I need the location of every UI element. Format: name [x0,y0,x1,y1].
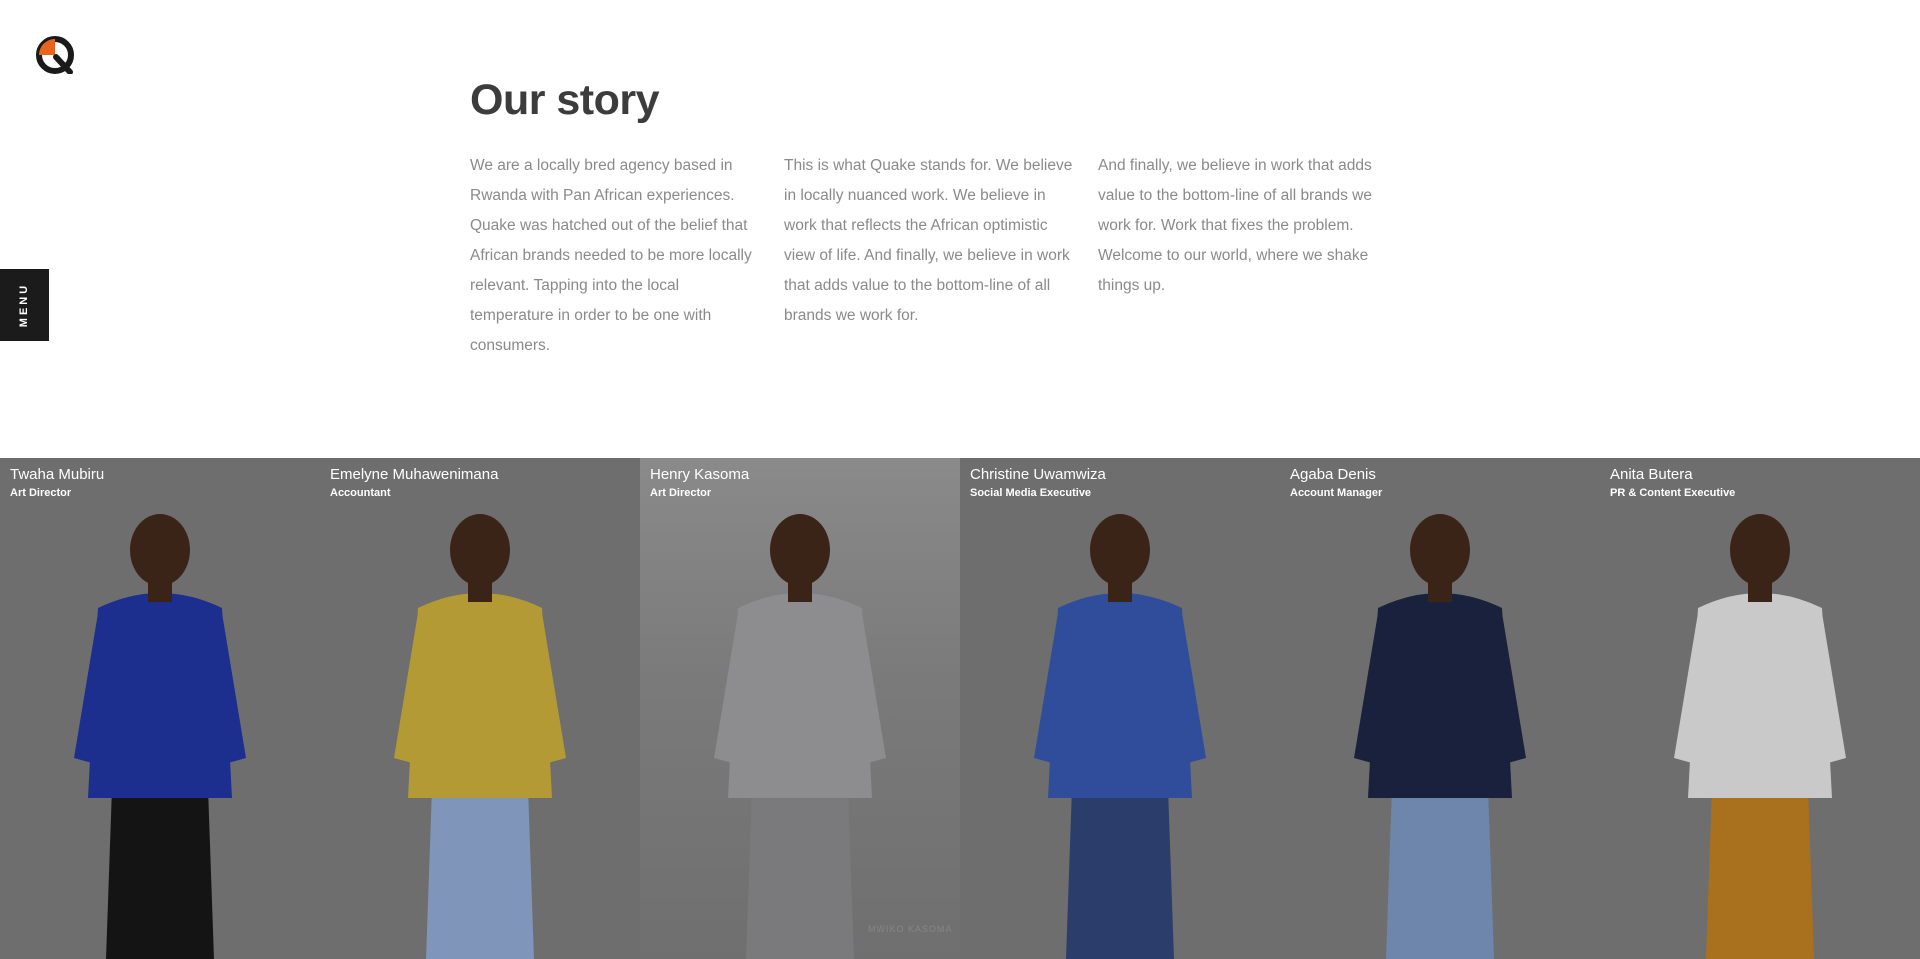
story-paragraph: This is what Quake stands for. We believ… [784,157,1073,324]
story-paragraph: And finally, we believe in work that add… [1098,157,1372,294]
menu-label: MENU [18,282,31,328]
member-name: Henry Kasoma [650,466,750,483]
team-member-card[interactable]: Twaha Mubiru Art Director [0,458,320,959]
member-role: Account Manager [1290,487,1383,499]
member-name: Anita Butera [1610,466,1693,483]
team-member-card[interactable]: Anita Butera PR & Content Executive [1600,458,1920,959]
member-name: Emelyne Muhawenimana [330,466,499,483]
member-role: Social Media Executive [970,487,1092,499]
team-gallery: Twaha Mubiru Art Director Emelyne Muhawe… [0,458,1920,959]
team-member-card[interactable]: Henry Kasoma Art Director [640,458,960,959]
photo-watermark: MWIKO KASOMA [868,924,953,934]
member-photo [714,514,886,959]
member-role: Art Director [650,487,712,499]
member-name: Twaha Mubiru [10,466,105,483]
our-story-section: Our story We are a locally bred agency b… [470,76,1400,361]
quake-logo[interactable] [36,36,74,75]
team-member-card[interactable]: Agaba Denis Account Manager [1280,458,1600,959]
member-photo [1354,514,1526,959]
member-photo [394,514,566,959]
member-role: Accountant [330,487,391,499]
member-photo [74,514,246,959]
member-photo [1674,514,1846,959]
member-role: Art Director [10,487,72,499]
team-member-card[interactable]: Christine Uwamwiza Social Media Executiv… [960,458,1280,959]
menu-button[interactable]: MENU [0,269,49,341]
member-photo [1034,514,1206,959]
member-name: Christine Uwamwiza [970,466,1106,483]
page-title: Our story [470,76,660,124]
story-paragraph: We are a locally bred agency based in Rw… [470,157,752,354]
story-columns: We are a locally bred agency based in Rw… [470,151,1400,361]
team-member-card[interactable]: Emelyne Muhawenimana Accountant [320,458,640,959]
member-name: Agaba Denis [1290,466,1376,483]
member-role: PR & Content Executive [1610,487,1736,499]
